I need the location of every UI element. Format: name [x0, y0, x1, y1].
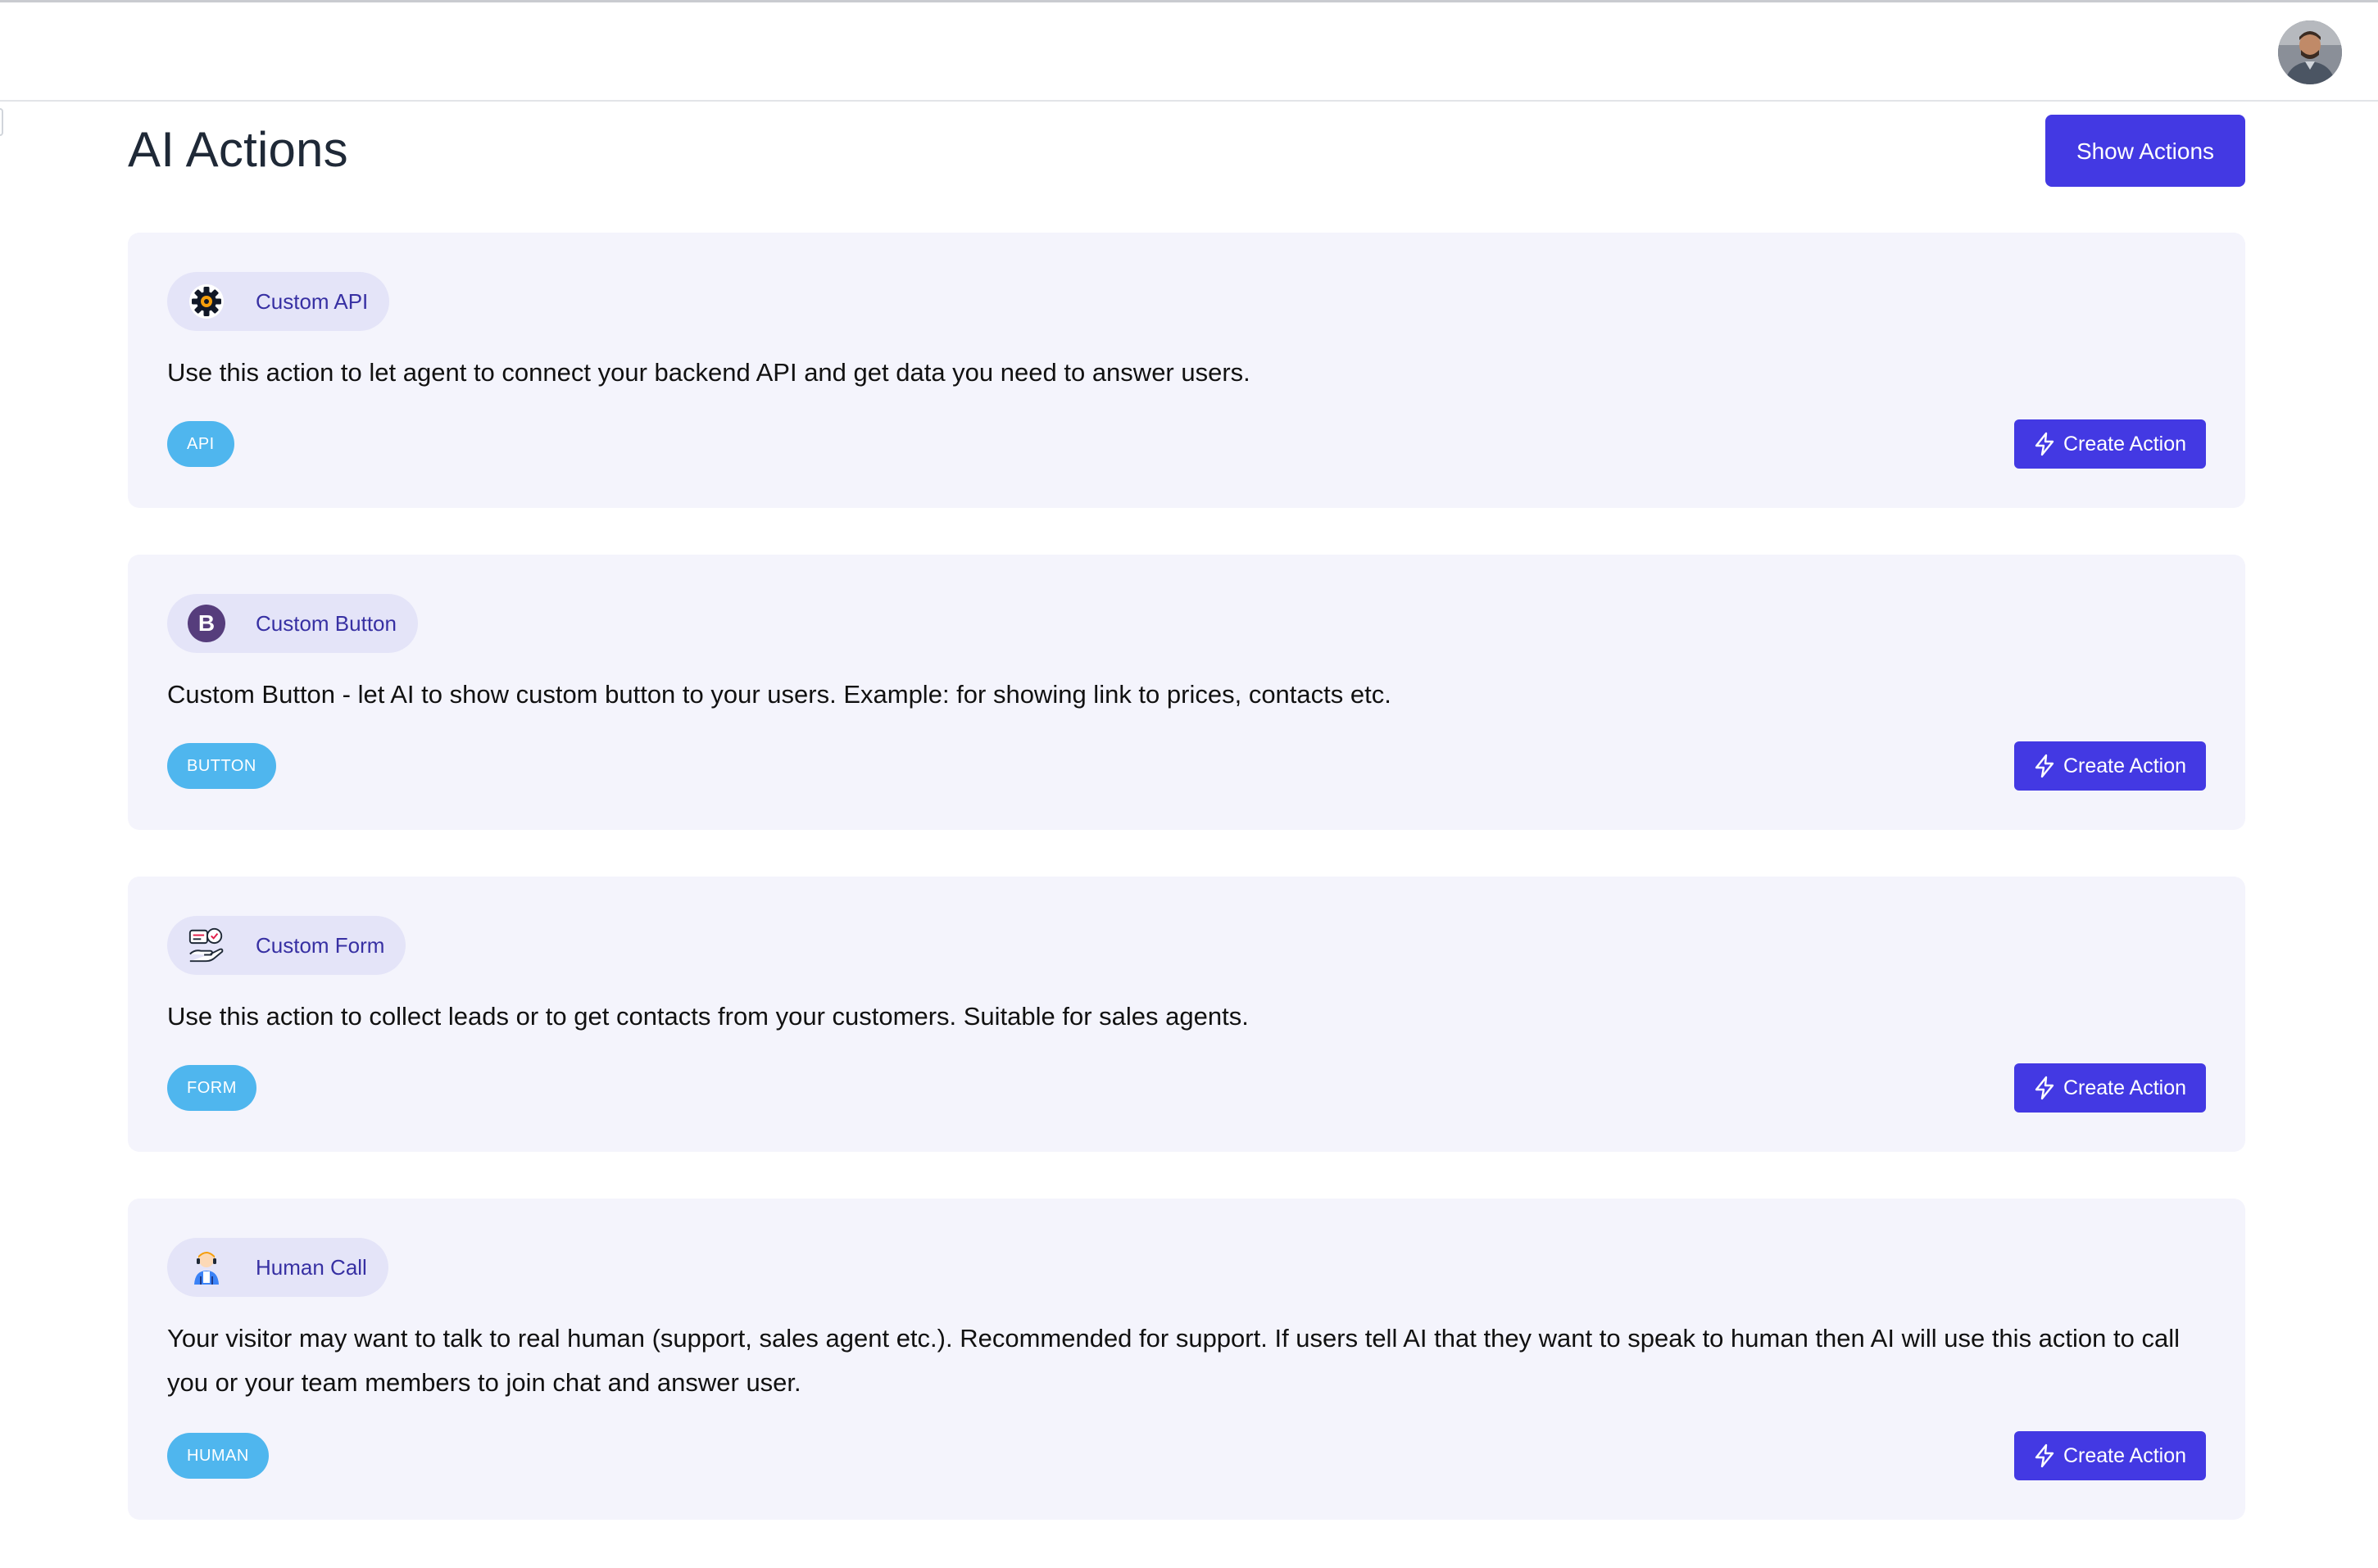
sidebar-toggle-edge[interactable] — [0, 108, 3, 136]
action-type-label: Custom Form — [256, 932, 385, 958]
action-tag: BUTTON — [167, 743, 276, 789]
page-title: AI Actions — [128, 122, 348, 177]
top-bar — [0, 0, 2378, 102]
user-avatar[interactable] — [2278, 20, 2342, 84]
action-tag: FORM — [167, 1065, 256, 1111]
action-tag: HUMAN — [167, 1433, 269, 1479]
lightning-icon — [2034, 1443, 2057, 1468]
action-type-chip: Custom API — [167, 272, 390, 331]
gear-icon — [187, 282, 226, 321]
avatar-image-icon — [2278, 20, 2342, 84]
bootstrap-b-icon: B — [187, 604, 226, 643]
hand-with-form-icon — [187, 926, 226, 965]
action-card-custom-button: B Custom Button Custom Button - let AI t… — [128, 555, 2245, 830]
lightning-icon — [2034, 432, 2057, 456]
action-type-label: Custom Button — [256, 610, 397, 636]
svg-text:B: B — [198, 610, 215, 636]
support-person-icon — [187, 1248, 226, 1287]
action-type-label: Human Call — [256, 1254, 367, 1280]
action-tag: API — [167, 421, 234, 467]
action-card-human-call: Human Call Your visitor may want to talk… — [128, 1199, 2245, 1520]
create-action-label: Create Action — [2063, 1443, 2187, 1467]
create-action-label: Create Action — [2063, 432, 2187, 455]
action-description: Custom Button - let AI to show custom bu… — [167, 680, 1391, 709]
lightning-icon — [2034, 1076, 2057, 1100]
create-action-label: Create Action — [2063, 754, 2187, 777]
action-type-chip: B Custom Button — [167, 594, 418, 653]
create-action-button[interactable]: Create Action — [2014, 1063, 2206, 1113]
show-actions-button[interactable]: Show Actions — [2045, 115, 2245, 187]
create-action-label: Create Action — [2063, 1076, 2187, 1099]
action-description: Use this action to collect leads or to g… — [167, 1002, 1249, 1031]
action-description: Use this action to let agent to connect … — [167, 358, 1250, 387]
action-card-custom-form: Custom Form Use this action to collect l… — [128, 877, 2245, 1152]
action-type-chip: Human Call — [167, 1238, 388, 1297]
action-type-label: Custom API — [256, 288, 369, 314]
lightning-icon — [2034, 754, 2057, 778]
create-action-button[interactable]: Create Action — [2014, 1431, 2206, 1480]
action-description: Your visitor may want to talk to real hu… — [167, 1324, 2180, 1397]
create-action-button[interactable]: Create Action — [2014, 741, 2206, 791]
action-type-chip: Custom Form — [167, 916, 406, 975]
create-action-button[interactable]: Create Action — [2014, 419, 2206, 469]
action-card-custom-api: Custom API Use this action to let agent … — [128, 233, 2245, 508]
